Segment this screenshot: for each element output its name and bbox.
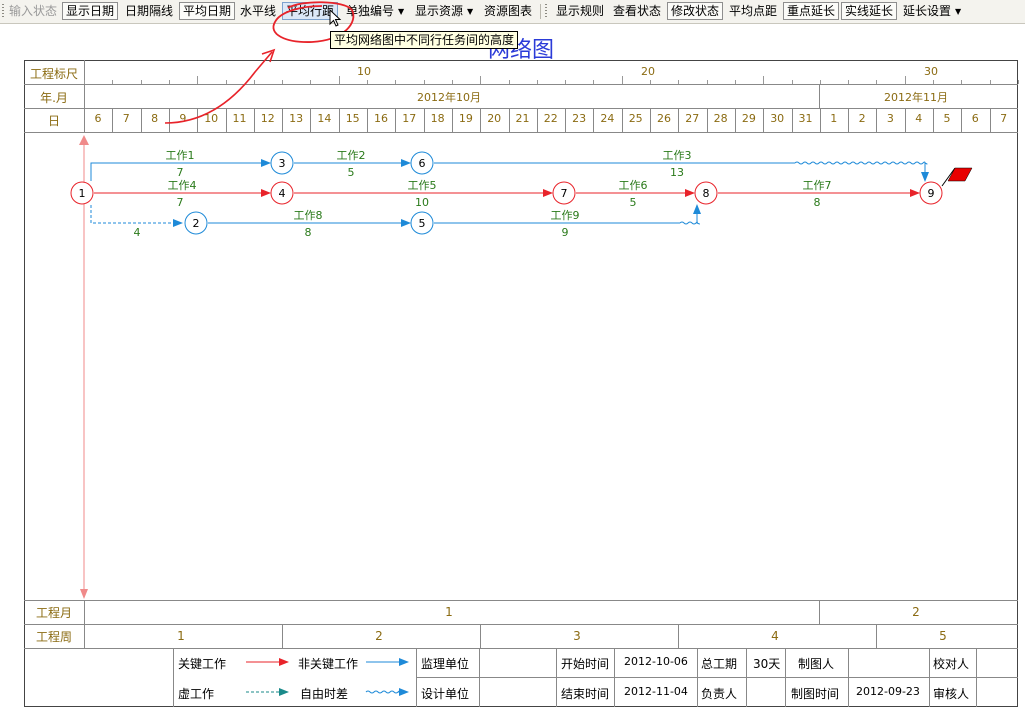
task-name-work1: 工作1 — [166, 149, 195, 162]
task-name-work4: 工作4 — [168, 179, 197, 192]
dummy-duration: 4 — [134, 226, 141, 239]
legend-free-float-wave — [365, 690, 403, 694]
legend-free-float-label: 自由时差 — [300, 687, 349, 701]
node-label: 5 — [419, 217, 426, 230]
node-label: 9 — [928, 187, 935, 200]
task-duration-work6: 5 — [630, 196, 637, 209]
node-label: 8 — [703, 187, 710, 200]
node-8[interactable]: 8 — [694, 181, 718, 205]
task-name-work6: 工作6 — [619, 179, 648, 192]
task-name-work3: 工作3 — [663, 149, 692, 162]
task-duration-work5: 10 — [415, 196, 429, 209]
total-duration-label: 总工期 — [701, 657, 738, 671]
design-unit-label: 设计单位 — [421, 687, 470, 701]
total-duration-value: 30天 — [753, 657, 781, 671]
node-label: 2 — [193, 217, 200, 230]
mouse-cursor-icon — [329, 9, 342, 27]
node-label: 6 — [419, 157, 426, 170]
project-week-cell: 5 — [939, 629, 947, 643]
legend-critical-label: 关键工作 — [178, 657, 227, 671]
node-label: 4 — [279, 187, 286, 200]
time-cursor-top-arrow — [79, 135, 89, 145]
draw-date-value: 2012-09-23 — [856, 685, 920, 698]
node-7[interactable]: 7 — [552, 181, 576, 205]
node-9[interactable]: 9 — [919, 181, 943, 205]
project-week-label: 工程周 — [35, 630, 72, 644]
drafter-label: 制图人 — [798, 657, 835, 671]
node-4[interactable]: 4 — [270, 181, 294, 205]
legend-dummy-label: 虚工作 — [178, 687, 215, 701]
legend-non-critical-label: 非关键工作 — [298, 657, 359, 671]
task-duration-work3: 13 — [670, 166, 684, 179]
node-label: 7 — [561, 187, 568, 200]
task-name-work5: 工作5 — [408, 179, 437, 192]
supervisor-label: 监理单位 — [421, 657, 470, 671]
tooltip: 平均网络图中不同行任务间的高度 — [330, 31, 519, 49]
project-month-label: 工程月 — [35, 606, 72, 620]
task-duration-work7: 8 — [814, 196, 821, 209]
task-duration-work9: 9 — [562, 226, 569, 239]
project-month-cell: 1 — [445, 605, 453, 619]
node-1[interactable]: 1 — [70, 181, 94, 205]
project-week-cell: 4 — [771, 629, 779, 643]
end-time-value: 2012-11-04 — [624, 685, 688, 698]
node-5[interactable]: 5 — [410, 211, 434, 235]
project-month-cell: 2 — [912, 605, 920, 619]
network-diagram: 工作1 7 工作2 5 工作3 13 工作4 7 工作5 10 工作6 5 工作… — [70, 135, 973, 696]
node-2[interactable]: 2 — [184, 211, 208, 235]
end-flag-icon — [941, 167, 973, 187]
project-week-cell: 2 — [375, 629, 383, 643]
task-duration-work8: 8 — [305, 226, 312, 239]
node-3[interactable]: 3 — [270, 151, 294, 175]
task-duration-work2: 5 — [348, 166, 355, 179]
start-time-value: 2012-10-06 — [624, 655, 688, 668]
node-6[interactable]: 6 — [410, 151, 434, 175]
node-label: 3 — [279, 157, 286, 170]
task-duration-work1: 7 — [177, 166, 184, 179]
free-float-wave-work3 — [794, 161, 928, 165]
start-time-label: 开始时间 — [561, 657, 610, 671]
reviewer-label: 审核人 — [933, 687, 970, 701]
project-week-cell: 1 — [177, 629, 185, 643]
manager-label: 负责人 — [701, 687, 738, 701]
end-time-label: 结束时间 — [561, 687, 610, 701]
task-name-work7: 工作7 — [803, 179, 832, 192]
task-name-work2: 工作2 — [337, 149, 366, 162]
dummy-arrow-1-2[interactable] — [90, 205, 183, 227]
draw-date-label: 制图时间 — [791, 687, 840, 701]
task-duration-work4: 7 — [177, 196, 184, 209]
node-label: 1 — [79, 187, 86, 200]
task-name-work9: 工作9 — [551, 209, 580, 222]
task-name-work8: 工作8 — [294, 209, 323, 222]
checker-label: 校对人 — [933, 657, 970, 671]
project-week-cell: 3 — [573, 629, 581, 643]
